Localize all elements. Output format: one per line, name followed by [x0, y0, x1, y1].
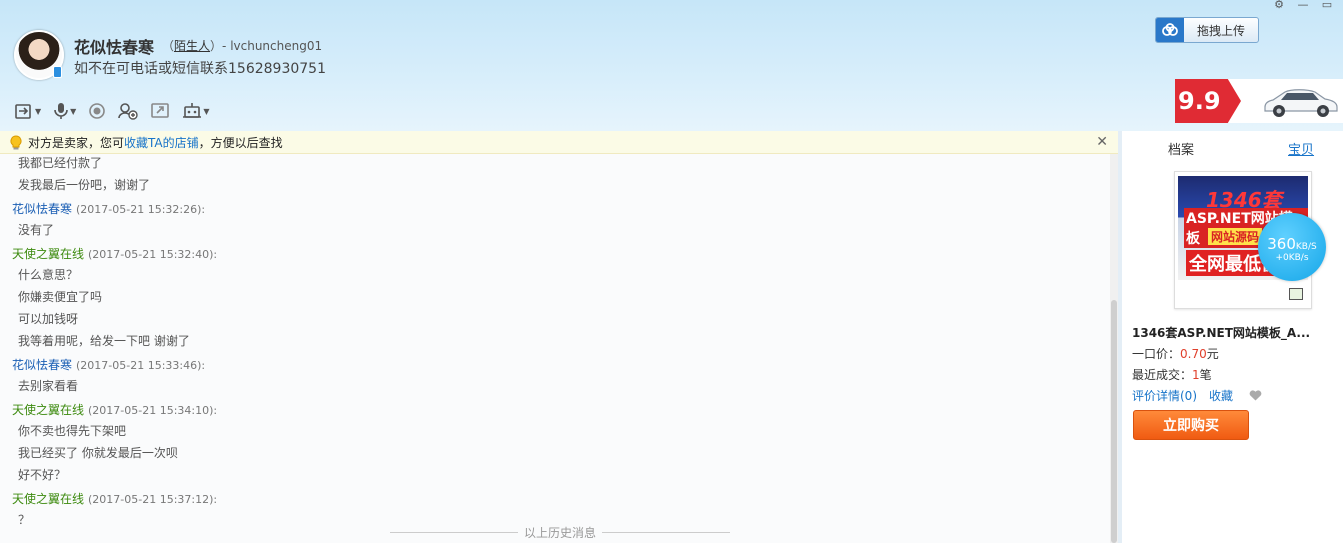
close-icon[interactable]: ✕ — [1096, 134, 1108, 150]
mobile-online-icon — [53, 66, 62, 78]
price-value: 0.70 — [1180, 347, 1207, 361]
favorite-link[interactable]: 收藏 — [1209, 389, 1262, 403]
sold-value: 1 — [1192, 368, 1200, 382]
relation-tag[interactable]: 陌生人 — [174, 39, 210, 53]
scrollbar-thumb[interactable] — [1111, 300, 1117, 543]
message-text: 去别家看看 — [18, 379, 79, 393]
tab-item[interactable]: 宝贝 — [1288, 139, 1314, 158]
voice-button[interactable]: ▼ — [53, 102, 76, 120]
message-text: 我等着用呢，给发一下吧 谢谢了 — [18, 334, 190, 348]
item-links: 评价详情(0) 收藏 — [1132, 387, 1274, 404]
price-label: 一口价： — [1132, 347, 1181, 361]
car-image — [1264, 89, 1338, 117]
notice-suffix: ，方便以后查找 — [198, 135, 283, 150]
history-divider: 以上历史消息 — [390, 524, 730, 541]
microphone-icon — [54, 103, 68, 119]
relation-open: （ — [162, 39, 175, 53]
image-icon[interactable] — [1289, 288, 1303, 300]
price-unit: 元 — [1206, 347, 1219, 361]
message-text: 你不卖也得先下架吧 — [18, 424, 127, 438]
favorite-label: 收藏 — [1209, 389, 1234, 403]
robot-button[interactable]: ▼ — [182, 102, 209, 120]
record-button[interactable] — [88, 102, 106, 120]
chat-header: 花似怯春寒 （陌生人）- lvchuncheng01 如不在可电话或短信联系15… — [0, 0, 1343, 131]
message-text: 好不好？ — [18, 468, 67, 482]
chat-toolbar: ▼ ▼ ▼ — [14, 100, 221, 122]
share-screen-icon — [151, 103, 170, 118]
sender-name[interactable]: 花似怯春寒 — [12, 358, 72, 372]
message-text: 可以加钱呀 — [18, 312, 79, 326]
sender-name[interactable]: 天使之翼在线 — [12, 247, 84, 261]
review-link[interactable]: 评价详情(0) — [1132, 389, 1197, 403]
ad-price: 9.9起 — [1175, 79, 1241, 123]
notice-prefix: 对方是卖家，您可 — [28, 135, 125, 150]
message-timestamp: (2017-05-21 15:33:46): — [76, 359, 206, 372]
heart-icon — [1249, 390, 1262, 401]
add-person-icon — [118, 103, 139, 120]
contact-user-id: - lvchuncheng01 — [222, 39, 323, 53]
sender-name[interactable]: 天使之翼在线 — [12, 492, 84, 506]
sender-name[interactable]: 天使之翼在线 — [12, 403, 84, 417]
record-icon — [89, 103, 106, 119]
item-sales: 最近成交：1笔 — [1132, 366, 1212, 383]
history-label: 以上历史消息 — [524, 526, 597, 540]
drag-upload-label: 拖拽上传 — [1196, 23, 1245, 38]
message-sender: 天使之翼在线 (2017-05-21 15:32:40): — [12, 245, 217, 262]
minimize-icon[interactable]: — — [1291, 0, 1315, 12]
message-sender: 花似怯春寒 (2017-05-21 15:32:26): — [12, 200, 205, 217]
seller-notice: 对方是卖家，您可 收藏TA的店铺 ，方便以后查找 ✕ — [0, 131, 1118, 154]
item-price: 一口价：0.70元 — [1132, 345, 1219, 362]
speed-value: 360 — [1267, 235, 1296, 253]
chevron-down-icon: ▼ — [70, 106, 77, 116]
message-sender: 天使之翼在线 (2017-05-21 15:34:10): — [12, 401, 217, 418]
contact-name[interactable]: 花似怯春寒 — [74, 34, 154, 58]
settings-icon[interactable]: ⚙ — [1267, 0, 1291, 12]
relation-close: ） — [210, 39, 223, 53]
window-controls: ⚙ — ▭ — [1267, 0, 1339, 12]
message-text: 什么意思？ — [18, 268, 79, 282]
add-person-button[interactable] — [118, 102, 139, 120]
item-title[interactable]: 1346套ASP.NET网站模板_A... — [1132, 324, 1337, 341]
message-sender: 花似怯春寒 (2017-05-21 15:33:46): — [12, 356, 205, 373]
message-text: 我已经买了 你就发最后一次呗 — [18, 446, 178, 460]
share-screen-button[interactable] — [150, 102, 170, 120]
chevron-down-icon: ▼ — [203, 106, 210, 116]
lightbulb-icon — [10, 134, 22, 149]
ad-banner[interactable]: 9.9起 — [1175, 79, 1343, 123]
message-text: 你嫌卖便宜了吗 — [18, 290, 103, 304]
message-timestamp: (2017-05-21 15:37:12): — [88, 493, 218, 506]
chevron-down-icon: ▼ — [35, 106, 42, 116]
network-speed-widget[interactable]: 360KB/S +0KB/s — [1258, 213, 1326, 281]
speed-unit: KB/S — [1295, 242, 1317, 252]
tab-profile[interactable]: 档案 — [1168, 139, 1194, 158]
thumb-text-source: 网站源码 — [1208, 228, 1263, 245]
maximize-icon[interactable]: ▭ — [1315, 0, 1339, 12]
message-text: 我都已经付款了 — [18, 156, 103, 170]
drag-upload-button[interactable]: 拖拽上传 — [1155, 17, 1259, 43]
sender-name[interactable]: 花似怯春寒 — [12, 202, 72, 216]
message-sender: 天使之翼在线 (2017-05-21 15:37:12): — [12, 490, 217, 507]
favorite-shop-link[interactable]: 收藏TA的店铺 — [124, 134, 199, 151]
buy-now-button[interactable]: 立即购买 — [1133, 410, 1249, 440]
sold-label: 最近成交： — [1132, 368, 1193, 382]
sold-unit: 笔 — [1199, 368, 1212, 382]
message-text: 发我最后一份吧，谢谢了 — [18, 178, 151, 192]
cloud-icon — [1156, 18, 1184, 42]
item-panel: 档案 宝贝 1346套 ASP.NET网站模板 网站源码 全网最低价 360KB… — [1122, 131, 1343, 543]
message-text: 没有了 — [18, 223, 55, 237]
speed-sub: +0KB/s — [1275, 253, 1309, 263]
message-timestamp: (2017-05-21 15:32:40): — [88, 248, 218, 261]
robot-icon — [183, 103, 202, 118]
message-timestamp: (2017-05-21 15:34:10): — [88, 404, 218, 417]
message-text: ？ — [18, 513, 31, 527]
file-transfer-icon — [15, 104, 31, 119]
message-timestamp: (2017-05-21 15:32:26): — [76, 203, 206, 216]
contact-signature: 如不在可电话或短信联系15628930751 — [74, 61, 326, 77]
file-transfer-button[interactable]: ▼ — [14, 102, 41, 120]
contact-relation: （陌生人）- lvchuncheng01 — [162, 37, 322, 54]
